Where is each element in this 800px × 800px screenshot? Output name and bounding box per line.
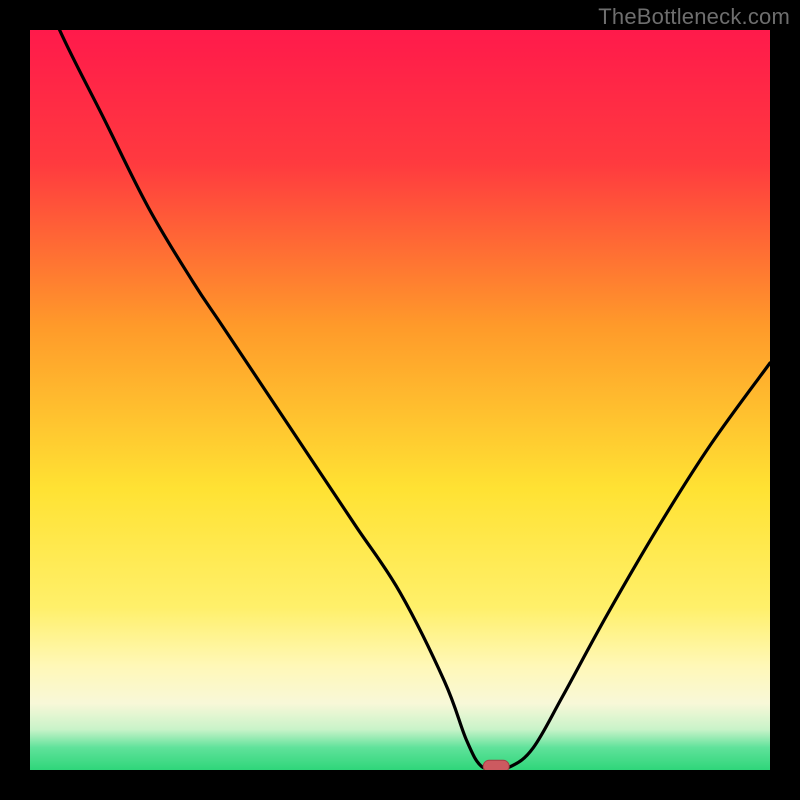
gradient-background [30,30,770,770]
watermark-label: TheBottleneck.com [598,4,790,30]
chart-frame: TheBottleneck.com [0,0,800,800]
bottleneck-chart [30,30,770,770]
optimal-marker [483,760,509,770]
plot-area [30,30,770,770]
